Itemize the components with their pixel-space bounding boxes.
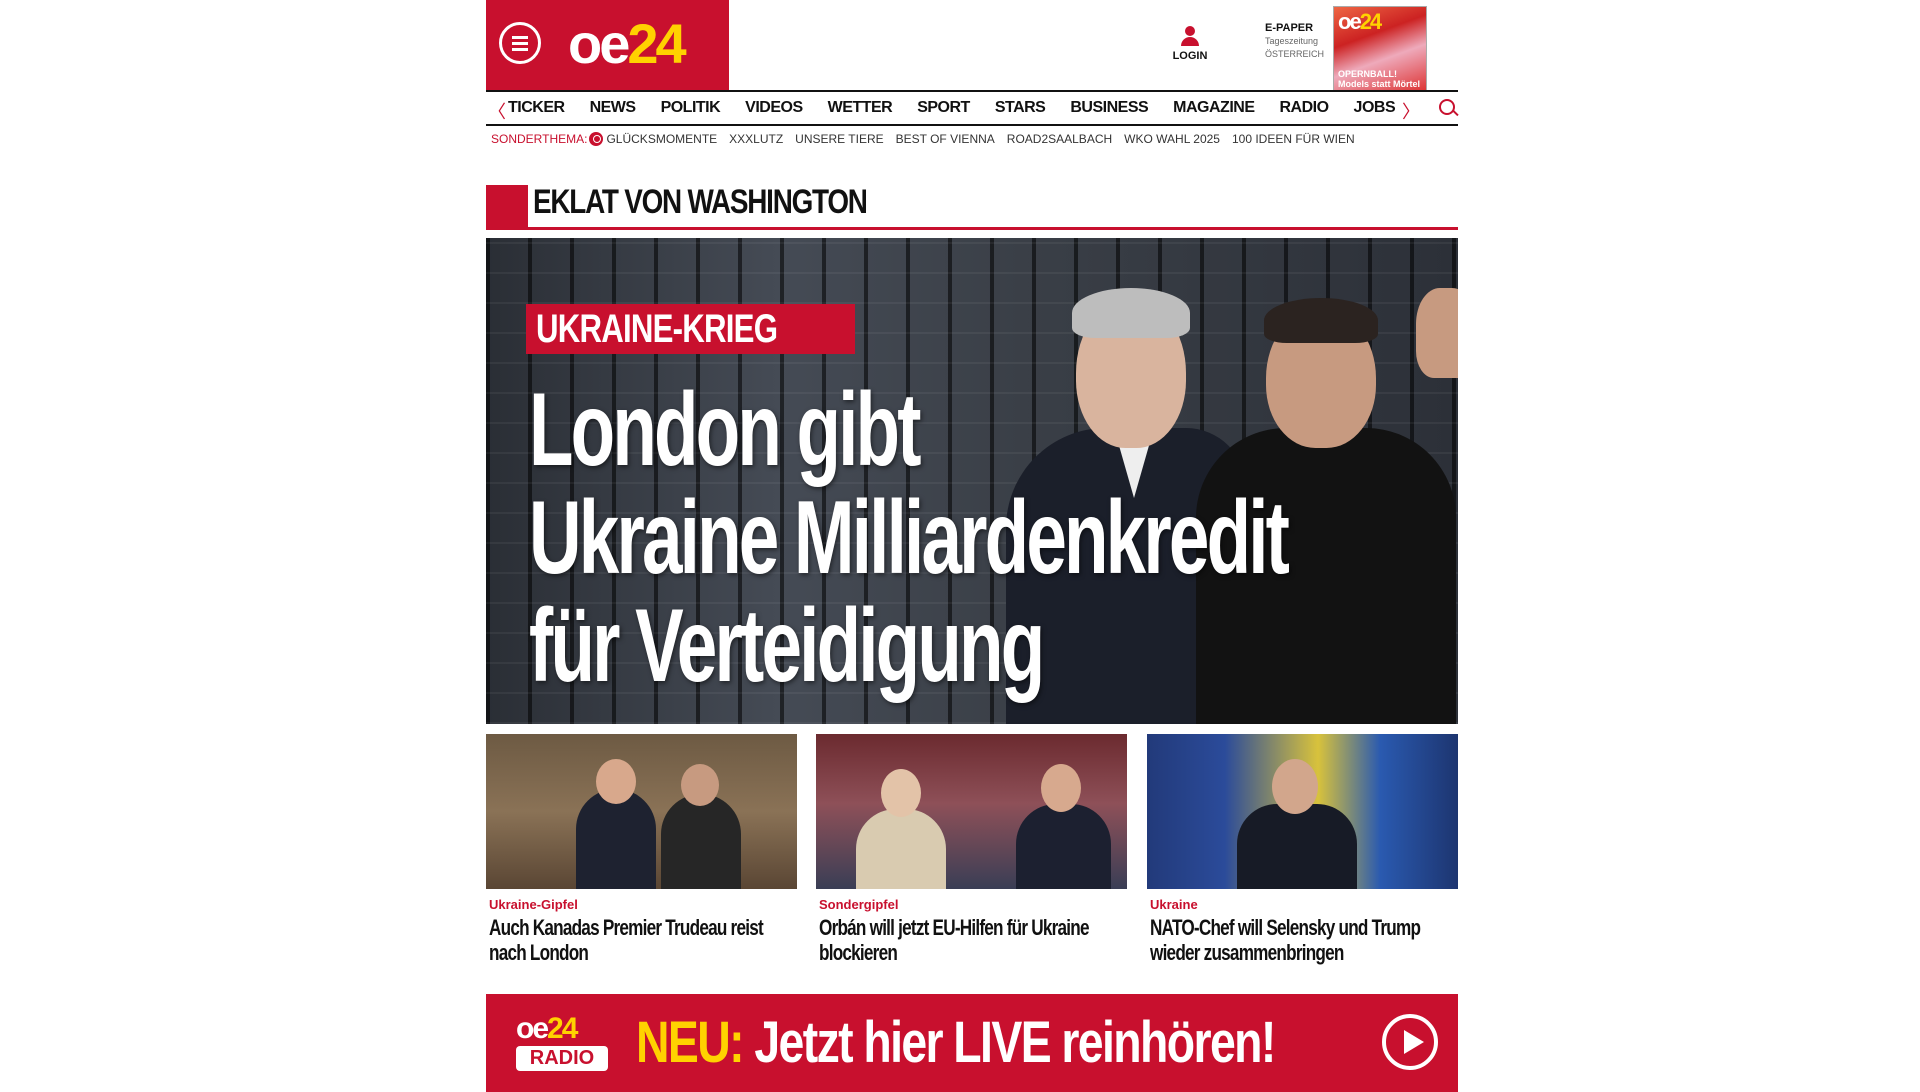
teaser-title[interactable]: NATO-Chef will Selensky und Trump wieder… <box>1150 915 1462 965</box>
teaser-card[interactable]: Ukraine-Gipfel Auch Kanadas Premier Trud… <box>486 734 797 974</box>
epaper-title: E-PAPER <box>1265 22 1314 34</box>
teaser-image[interactable] <box>816 734 1127 889</box>
teaser-card[interactable]: Ukraine NATO-Chef will Selensky und Trum… <box>1147 734 1458 974</box>
nav-item-sport[interactable]: SPORT <box>917 99 970 117</box>
teaser-card[interactable]: Sondergipfel Orbán will jetzt EU-Hilfen … <box>816 734 1127 974</box>
special-topic-link[interactable]: ROAD2SAALBACH <box>1007 132 1112 146</box>
epaper-subtitle-2: ÖSTERREICH <box>1265 49 1325 59</box>
teaser-title[interactable]: Orbán will jetzt EU-Hilfen für Ukraine b… <box>819 915 1131 965</box>
nav-items: TICKER NEWS POLITIK VIDEOS WETTER SPORT STARS B… <box>508 92 1420 124</box>
nav-item-wetter[interactable]: WETTER <box>828 99 893 117</box>
hero-kicker: UKRAINE-KRIEG <box>526 304 856 354</box>
special-topic-link[interactable]: GLÜCKSMOMENTE <box>606 132 717 146</box>
nav-item-business[interactable]: BUSINESS <box>1070 99 1148 117</box>
nav-item-radio[interactable]: RADIO <box>1279 99 1329 117</box>
special-topic-label: SONDERTHEMA: <box>491 132 588 146</box>
epaper-link[interactable]: E-PAPER Tageszeitung ÖSTERREICH <box>1265 22 1324 61</box>
cover-logo: oe24 <box>1338 9 1382 34</box>
teaser-image[interactable] <box>486 734 797 889</box>
nav-item-videos[interactable]: VIDEOS <box>745 99 803 117</box>
radio-logo: oe24 RADIO <box>516 1014 608 1071</box>
hero-article[interactable]: UKRAINE-KRIEG London gibt Ukraine Millia… <box>486 238 1458 724</box>
teaser-kicker: Sondergipfel <box>819 897 899 912</box>
nav-item-ticker[interactable]: TICKER <box>508 99 565 117</box>
section-marker <box>486 185 528 227</box>
nav-prev-arrow-icon[interactable]: 〈 <box>488 98 506 124</box>
site-logo-bar: oe24 <box>486 0 729 90</box>
cover-caption: OPERNBALL! Models statt Mörtel <box>1338 69 1421 89</box>
radio-live-banner[interactable]: oe24 RADIO NEU: Jetzt hier LIVE reinhöre… <box>486 994 1458 1092</box>
section-divider <box>486 227 1458 230</box>
login-label: LOGIN <box>1172 50 1208 62</box>
nav-item-jobs[interactable]: JOBS <box>1354 99 1396 117</box>
nav-item-magazine[interactable]: MAGAZINE <box>1173 99 1255 117</box>
special-topics-bar: SONDERTHEMA: GLÜCKSMOMENTE XXXLUTZ UNSERE … <box>491 130 1367 148</box>
nav-item-politik[interactable]: POLITIK <box>661 99 721 117</box>
nav-item-stars[interactable]: STARS <box>995 99 1046 117</box>
teaser-title[interactable]: Auch Kanadas Premier Trudeau reist nach … <box>489 915 801 965</box>
search-icon[interactable] <box>1438 98 1459 118</box>
epaper-subtitle: Tageszeitung <box>1265 36 1319 46</box>
user-icon <box>1185 26 1195 36</box>
radio-cta-text: NEU: Jetzt hier LIVE reinhören! <box>636 1010 1276 1075</box>
section-title[interactable]: EKLAT VON WASHINGTON <box>533 183 868 222</box>
site-logo[interactable]: oe24 <box>568 12 687 76</box>
special-topic-items: GLÜCKSMOMENTE XXXLUTZ UNSERE TIERE BEST OF … <box>606 132 1366 146</box>
special-topic-link[interactable]: 100 IDEEN FÜR WIEN <box>1232 132 1355 146</box>
epaper-cover-image[interactable]: oe24 OPERNBALL! Models statt Mörtel <box>1333 6 1427 92</box>
teaser-kicker: Ukraine-Gipfel <box>489 897 578 912</box>
nav-item-news[interactable]: NEWS <box>590 99 637 117</box>
special-topic-link[interactable]: XXXLUTZ <box>729 132 783 146</box>
special-topic-link[interactable]: BEST OF VIENNA <box>896 132 995 146</box>
teaser-image[interactable] <box>1147 734 1458 889</box>
special-topic-link[interactable]: WKO WAHL 2025 <box>1124 132 1220 146</box>
teaser-kicker: Ukraine <box>1150 897 1198 912</box>
clover-icon <box>589 132 604 146</box>
play-icon[interactable] <box>1382 1014 1438 1070</box>
menu-icon[interactable] <box>499 22 541 64</box>
hero-headline[interactable]: London gibt Ukraine Milliardenkredit für… <box>529 376 1409 700</box>
login-button[interactable]: LOGIN <box>1172 26 1208 62</box>
main-navigation: 〈 TICKER NEWS POLITIK VIDEOS WETTER SPORT STAR… <box>486 90 1459 126</box>
nav-next-arrow-icon[interactable]: 〉 <box>1402 98 1420 124</box>
special-topic-link[interactable]: UNSERE TIERE <box>795 132 883 146</box>
